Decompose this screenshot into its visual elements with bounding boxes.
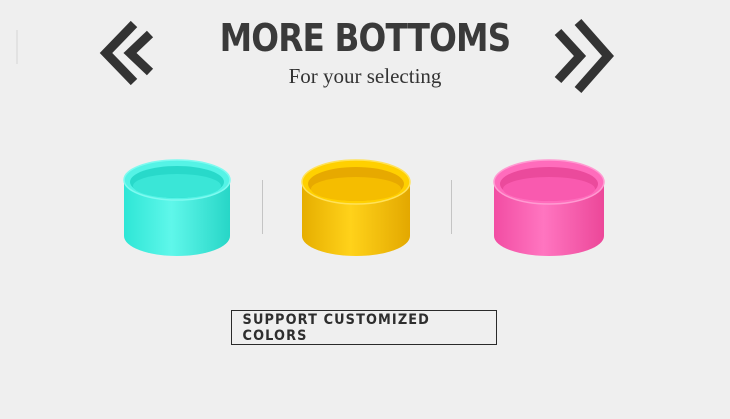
silicone-bottom-image [123,159,231,256]
cta-label: SUPPORT CUSTOMIZED COLORS [242,311,430,344]
silicone-bottom-image [301,159,411,256]
support-customized-colors-button[interactable]: SUPPORT CUSTOMIZED COLORS [231,310,497,345]
divider [451,180,452,234]
divider [262,180,263,234]
page-subtitle: For your selecting [288,64,442,88]
product-bottom-pink[interactable] [488,150,610,267]
silicone-bottom-image [493,159,605,256]
next-button[interactable] [550,18,616,99]
product-bottom-yellow[interactable] [296,150,416,267]
edge-mark [16,30,18,64]
double-chevron-right-icon [554,19,615,93]
product-bottom-cyan[interactable] [118,150,236,267]
